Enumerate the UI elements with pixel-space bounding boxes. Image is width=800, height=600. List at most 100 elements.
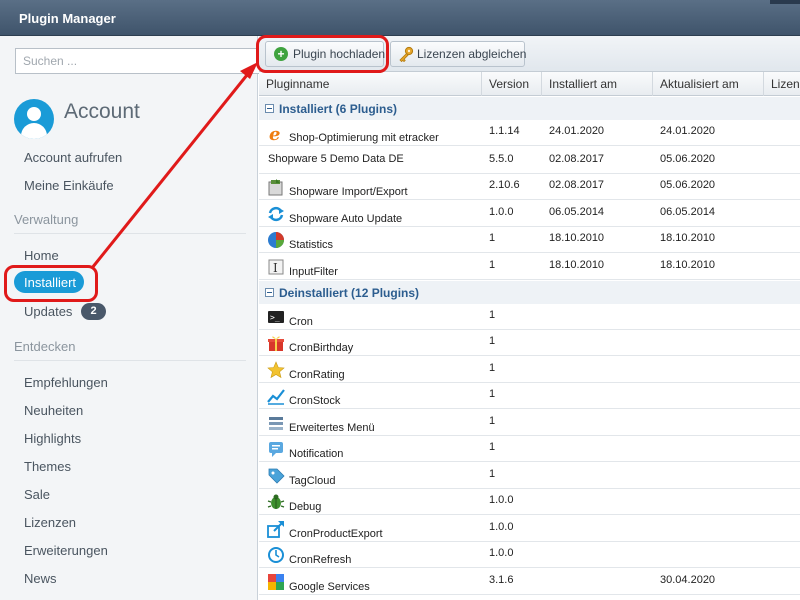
plugin-name: CronRefresh bbox=[289, 554, 352, 566]
table-row[interactable]: CronStock 1 bbox=[259, 383, 800, 409]
plugin-name: Shop-Optimierung mit etracker bbox=[289, 132, 439, 144]
table-row[interactable]: Shopware 5 Demo Data DE 5.5.0 02.08.2017 05… bbox=[259, 148, 800, 174]
table-row[interactable]: Shopware Import/Export 2.10.6 02.08.2017 05… bbox=[259, 174, 800, 200]
etracker-icon: e bbox=[269, 124, 280, 142]
group-label: Installiert (6 Plugins) bbox=[279, 102, 398, 116]
plugin-version: 1 bbox=[489, 259, 496, 271]
table-row[interactable]: Google Services 3.1.6 30.04.2020 bbox=[259, 569, 800, 595]
sidebar-section-entdecken: Entdecken bbox=[14, 339, 76, 354]
column-header-pluginname[interactable]: Pluginname bbox=[259, 72, 482, 96]
plugin-name: CronStock bbox=[289, 395, 341, 407]
plugin-version: 1.0.0 bbox=[489, 206, 514, 218]
plugin-updated-date: 06.05.2014 bbox=[660, 206, 716, 218]
bug-icon bbox=[267, 494, 285, 509]
table-row[interactable]: e Shop-Optimierung mit etracker 1.1.14 24.0… bbox=[259, 120, 800, 146]
plugin-name: Notification bbox=[289, 448, 344, 460]
table-row[interactable]: I InputFilter 1 18.10.2010 18.10.2010 bbox=[259, 254, 800, 280]
plugin-name: Cron bbox=[289, 316, 313, 328]
account-title: Account bbox=[64, 100, 140, 123]
table-row[interactable]: >_ Cron 1 bbox=[259, 304, 800, 330]
sidebar-section-verwaltung: Verwaltung bbox=[14, 212, 79, 227]
column-header-aktualisiert-am[interactable]: Aktualisiert am bbox=[653, 72, 764, 96]
google-icon bbox=[268, 574, 284, 590]
plugin-version: 1.0.0 bbox=[489, 494, 514, 506]
plugin-list-panel: + Plugin hochladen Lizenzen abgleichen P… bbox=[259, 36, 800, 600]
plugin-updated-date: 05.06.2020 bbox=[660, 179, 716, 191]
plugin-version: 1.0.0 bbox=[489, 521, 514, 533]
menu-icon bbox=[269, 417, 283, 430]
plugin-installed-date: 02.08.2017 bbox=[549, 179, 605, 191]
sidebar-item-neuheiten[interactable]: Neuheiten bbox=[24, 403, 83, 418]
plugin-installed-date: 18.10.2010 bbox=[549, 259, 605, 271]
sync-licenses-button[interactable]: Lizenzen abgleichen bbox=[390, 41, 527, 67]
group-header[interactable]: Deinstalliert (12 Plugins) bbox=[259, 281, 800, 305]
statistics-icon bbox=[268, 232, 284, 248]
table-row[interactable]: Debug 1.0.0 bbox=[259, 489, 800, 515]
title-bar-notch bbox=[770, 0, 800, 4]
sidebar-item-lizenzen[interactable]: Lizenzen bbox=[24, 515, 76, 530]
svg-text:>_: >_ bbox=[270, 313, 280, 322]
window-title: Plugin Manager bbox=[19, 11, 116, 26]
table-row[interactable]: CronRefresh 1.0.0 bbox=[259, 542, 800, 568]
plugin-name: Shopware 5 Demo Data DE bbox=[268, 153, 404, 165]
plugin-version: 1 bbox=[489, 232, 496, 244]
plugin-version: 1 bbox=[489, 388, 496, 400]
sidebar-item-highlights[interactable]: Highlights bbox=[24, 431, 81, 446]
collapse-toggle-icon[interactable] bbox=[265, 288, 274, 297]
table-row[interactable]: CronProductExport 1.0.0 bbox=[259, 516, 800, 542]
sync-licenses-label: Lizenzen abgleichen bbox=[417, 47, 527, 61]
plugin-version: 5.5.0 bbox=[489, 153, 514, 165]
plugin-name: Statistics bbox=[289, 239, 334, 251]
gift-icon bbox=[268, 336, 284, 351]
plugin-name: TagCloud bbox=[289, 475, 336, 487]
sidebar-item-home[interactable]: Home bbox=[24, 248, 59, 263]
collapse-toggle-icon[interactable] bbox=[265, 104, 274, 113]
window-title-bar: Plugin Manager bbox=[0, 0, 800, 36]
table-row[interactable]: Shopware Auto Update 1.0.0 06.05.2014 06.05… bbox=[259, 201, 800, 227]
sidebar-item-themes[interactable]: Themes bbox=[24, 459, 71, 474]
sidebar-item-news[interactable]: News bbox=[24, 571, 57, 586]
plugin-updated-date: 30.04.2020 bbox=[660, 574, 716, 586]
terminal-icon: >_ bbox=[268, 311, 284, 323]
table-row[interactable]: CronBirthday 1 bbox=[259, 330, 800, 356]
sidebar-divider bbox=[14, 360, 246, 361]
sidebar-item-meine-einkaeufe[interactable]: Meine Einkäufe bbox=[24, 178, 114, 193]
table-row[interactable]: TagCloud 1 bbox=[259, 463, 800, 489]
plugin-name: Debug bbox=[289, 501, 322, 513]
auto-update-icon bbox=[268, 206, 284, 222]
import-export-icon bbox=[268, 179, 283, 196]
avatar-icon bbox=[14, 99, 54, 139]
table-row[interactable]: Erweitertes Menü 1 bbox=[259, 410, 800, 436]
plugin-installed-date: 18.10.2010 bbox=[549, 232, 605, 244]
sidebar-divider bbox=[14, 233, 246, 234]
column-header-version[interactable]: Version bbox=[482, 72, 542, 96]
input-filter-icon: I bbox=[268, 259, 284, 275]
plugin-updated-date: 18.10.2010 bbox=[660, 259, 716, 271]
sidebar-item-erweiterungen[interactable]: Erweiterungen bbox=[24, 543, 108, 558]
column-header-lizenz[interactable]: Lizenz bbox=[764, 72, 800, 96]
plugin-name: Erweitertes Menü bbox=[289, 422, 375, 434]
plugin-installed-date: 24.01.2020 bbox=[549, 125, 605, 137]
plugin-name: InputFilter bbox=[289, 266, 338, 278]
svg-text:I: I bbox=[273, 261, 278, 275]
export-icon bbox=[267, 521, 284, 538]
table-row[interactable]: Statistics 1 18.10.2010 18.10.2010 bbox=[259, 227, 800, 253]
group-header[interactable]: Installiert (6 Plugins) bbox=[259, 97, 800, 121]
plugin-version: 3.1.6 bbox=[489, 574, 514, 586]
table-row[interactable]: CronRating 1 bbox=[259, 357, 800, 383]
sidebar-item-sale[interactable]: Sale bbox=[24, 487, 50, 502]
column-header-installiert-am[interactable]: Installiert am bbox=[542, 72, 653, 96]
grid-header: Pluginname Version Installiert am Aktual… bbox=[259, 72, 800, 96]
refresh-clock-icon bbox=[268, 547, 284, 563]
table-row[interactable]: Notification 1 bbox=[259, 436, 800, 462]
plugin-name: Shopware Auto Update bbox=[289, 213, 403, 225]
plugin-name: CronBirthday bbox=[289, 342, 354, 354]
sidebar-item-updates[interactable]: Updates bbox=[24, 304, 72, 319]
search-input[interactable] bbox=[15, 48, 260, 74]
sidebar-item-empfehlungen[interactable]: Empfehlungen bbox=[24, 375, 108, 390]
plugin-updated-date: 24.01.2020 bbox=[660, 125, 716, 137]
sidebar-item-account-aufrufen[interactable]: Account aufrufen bbox=[24, 150, 122, 165]
group-label: Deinstalliert (12 Plugins) bbox=[279, 286, 420, 300]
highlight-upload bbox=[256, 35, 389, 73]
plugin-version: 1 bbox=[489, 415, 496, 427]
